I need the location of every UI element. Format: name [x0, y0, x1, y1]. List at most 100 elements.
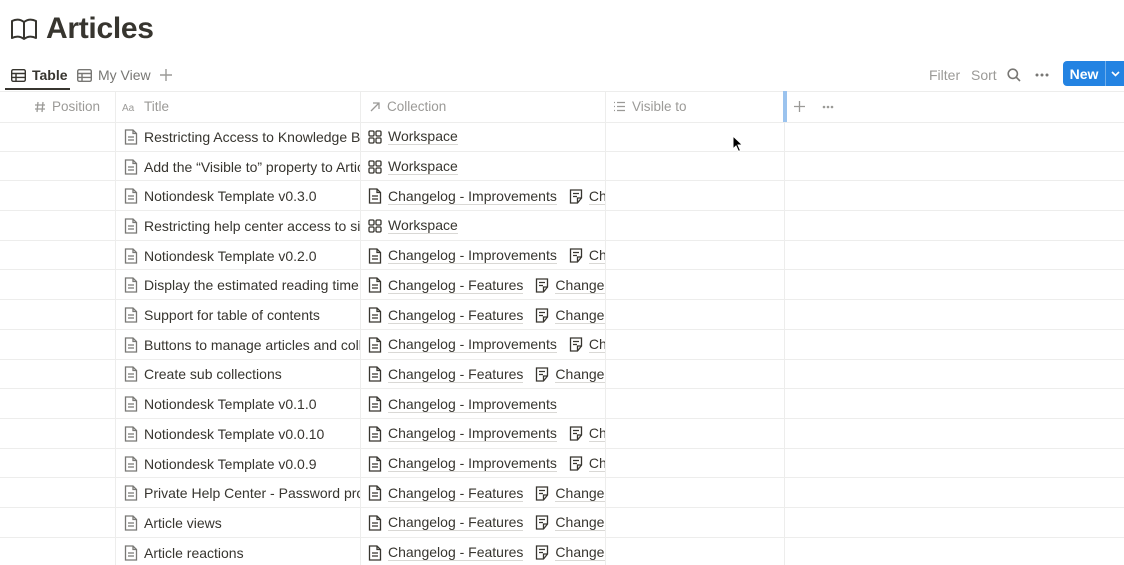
table-row[interactable]: Support for table of contents Changelog -…: [0, 300, 1124, 330]
collection-cell[interactable]: Changelog - Features Changelo: [368, 271, 605, 301]
column-resize-handle[interactable]: [783, 91, 787, 122]
search-button[interactable]: [1007, 64, 1021, 86]
column-header-title[interactable]: Aa Title: [122, 91, 169, 122]
page-icon: [124, 247, 138, 264]
collection-chip[interactable]: Changelo: [535, 544, 605, 562]
collection-cell[interactable]: Changelog - Improvements Cha: [368, 181, 605, 211]
collection-chip[interactable]: Changelo: [535, 307, 605, 324]
collection-chip[interactable]: Changelo: [535, 514, 605, 532]
collection-cell[interactable]: Changelog - Features Changelo: [368, 300, 605, 330]
page-icon: [124, 188, 138, 204]
title-cell[interactable]: Notiondesk Template v0.1.0: [124, 389, 360, 419]
collection-chip-label: Cha: [588, 455, 605, 473]
grid-icon: [368, 219, 382, 233]
title-cell[interactable]: Restricting Access to Knowledge Bas: [124, 122, 360, 152]
table-row[interactable]: Notiondesk Template v0.3.0 Changelog - Im…: [0, 181, 1124, 212]
collection-chip[interactable]: Changelog - Features: [368, 307, 524, 324]
collection-chip[interactable]: Cha: [569, 188, 605, 205]
title-cell[interactable]: Create sub collections: [124, 360, 360, 390]
collection-cell[interactable]: Changelog - Improvements Cha: [368, 330, 605, 360]
title-cell[interactable]: Private Help Center - Password prote: [124, 478, 360, 508]
collection-chip[interactable]: Cha: [569, 336, 605, 354]
table-row[interactable]: Create sub collections Changelog - Featur…: [0, 360, 1124, 390]
row-title: Restricting help center access to sig: [144, 217, 360, 234]
active-tab-indicator: [5, 88, 70, 90]
table-row[interactable]: Notiondesk Template v0.0.9 Changelog - Im…: [0, 449, 1124, 479]
filter-button[interactable]: Filter: [929, 64, 960, 86]
collection-cell[interactable]: Workspace: [368, 152, 605, 182]
collection-chip[interactable]: Changelog - Improvements: [368, 425, 557, 443]
collection-chip[interactable]: Changelog - Improvements: [368, 336, 557, 354]
table-row[interactable]: Display the estimated reading time o Chan…: [0, 271, 1124, 301]
table-options-button[interactable]: [822, 91, 840, 122]
table-row[interactable]: Notiondesk Template v0.2.0 Changelog - Im…: [0, 241, 1124, 271]
collection-chip[interactable]: Changelog - Improvements: [368, 396, 557, 413]
title-cell[interactable]: Support for table of contents: [124, 300, 360, 330]
collection-cell[interactable]: Changelog - Features Changelo: [368, 478, 605, 508]
table-row[interactable]: Article viewsChangelog - FeaturesChangel…: [0, 508, 1124, 538]
collection-chip[interactable]: Changelo: [535, 277, 605, 294]
table-row[interactable]: Notiondesk Template v0.1.0 Changelog - Im…: [0, 389, 1124, 419]
add-property-button[interactable]: [794, 91, 811, 122]
collection-chip[interactable]: Cha: [569, 425, 605, 443]
collection-chip[interactable]: Workspace: [368, 158, 458, 176]
new-dropdown-button[interactable]: [1106, 70, 1124, 77]
add-view-button[interactable]: [157, 65, 175, 85]
row-title: Article reactions: [144, 544, 244, 561]
row-title: Article views: [144, 514, 222, 531]
page-icon: [124, 396, 138, 412]
collection-chip[interactable]: Changelog - Features: [368, 514, 524, 532]
collection-chip[interactable]: Changelo: [535, 485, 605, 502]
collection-cell[interactable]: Workspace: [368, 211, 605, 241]
collection-chip[interactable]: Changelo: [535, 366, 605, 383]
collection-chip[interactable]: Cha: [569, 247, 605, 265]
list-page-icon: [536, 278, 549, 293]
collection-cell[interactable]: Changelog - Features Changelo: [368, 360, 605, 390]
table-row[interactable]: Add the “Visible to” property to Artic Wo…: [0, 152, 1124, 182]
collection-chip[interactable]: Changelog - Improvements: [368, 188, 557, 205]
collection-cell[interactable]: Workspace: [368, 122, 605, 152]
collection-chip[interactable]: Workspace: [368, 217, 458, 235]
collection-cell[interactable]: Changelog - Features Changelo: [368, 538, 605, 565]
collection-cell[interactable]: Changelog - Improvements: [368, 389, 605, 419]
collection-chip[interactable]: Changelog - Improvements: [368, 247, 557, 265]
collection-cell[interactable]: Changelog - Features Changelo: [368, 508, 605, 538]
title-cell[interactable]: Notiondesk Template v0.0.9: [124, 449, 360, 479]
column-header-visible-to[interactable]: Visible to: [613, 91, 687, 122]
page-icon: [368, 277, 382, 293]
table-row[interactable]: Restricting help center access to sig Wor…: [0, 211, 1124, 241]
page-icon: [124, 158, 138, 175]
table-row[interactable]: Notiondesk Template v0.0.10 Changelog - I…: [0, 419, 1124, 449]
more-options-button[interactable]: [1035, 64, 1049, 86]
table-row[interactable]: Private Help Center - Password prote Chan…: [0, 478, 1124, 509]
collection-chip[interactable]: Changelog - Features: [368, 485, 524, 502]
tab-my-view[interactable]: My View: [77, 60, 151, 90]
table-row[interactable]: Buttons to manage articles and colle Chan…: [0, 330, 1124, 360]
title-cell[interactable]: Notiondesk Template v0.0.10: [124, 419, 360, 449]
title-cell[interactable]: Add the “Visible to” property to Artic: [124, 152, 360, 182]
title-cell[interactable]: Notiondesk Template v0.3.0: [124, 181, 360, 211]
collection-chip[interactable]: Changelog - Features: [368, 366, 524, 383]
table-row[interactable]: Article reactions Changelog - Features Cha…: [0, 538, 1124, 565]
title-cell[interactable]: Article reactions: [124, 538, 360, 565]
collection-cell[interactable]: Changelog - Improvements Cha: [368, 419, 605, 449]
collection-chip[interactable]: Changelog - Improvements: [368, 455, 557, 473]
tab-table[interactable]: Table: [11, 60, 68, 90]
new-button[interactable]: New: [1063, 61, 1124, 86]
title-cell[interactable]: Buttons to manage articles and colle: [124, 330, 360, 360]
column-header-collection[interactable]: Collection: [369, 91, 446, 122]
collection-chip[interactable]: Changelog - Features: [368, 277, 524, 294]
collection-cell[interactable]: Changelog - Improvements Cha: [368, 449, 605, 479]
title-cell[interactable]: Restricting help center access to sig: [124, 211, 360, 241]
collection-chip[interactable]: Workspace: [368, 128, 458, 146]
collection-cell[interactable]: Changelog - Improvements Cha: [368, 241, 605, 271]
title-cell[interactable]: Article views: [124, 508, 360, 538]
sort-button[interactable]: Sort: [971, 64, 997, 86]
collection-chip[interactable]: Cha: [569, 455, 605, 473]
collection-chip-label: Changelo: [555, 277, 605, 294]
title-cell[interactable]: Display the estimated reading time o: [124, 271, 360, 301]
table-row[interactable]: Restricting Access to Knowledge Bas Works…: [0, 122, 1124, 152]
title-cell[interactable]: Notiondesk Template v0.2.0: [124, 241, 360, 271]
column-header-position[interactable]: Position: [34, 91, 100, 122]
collection-chip[interactable]: Changelog - Features: [368, 544, 524, 562]
